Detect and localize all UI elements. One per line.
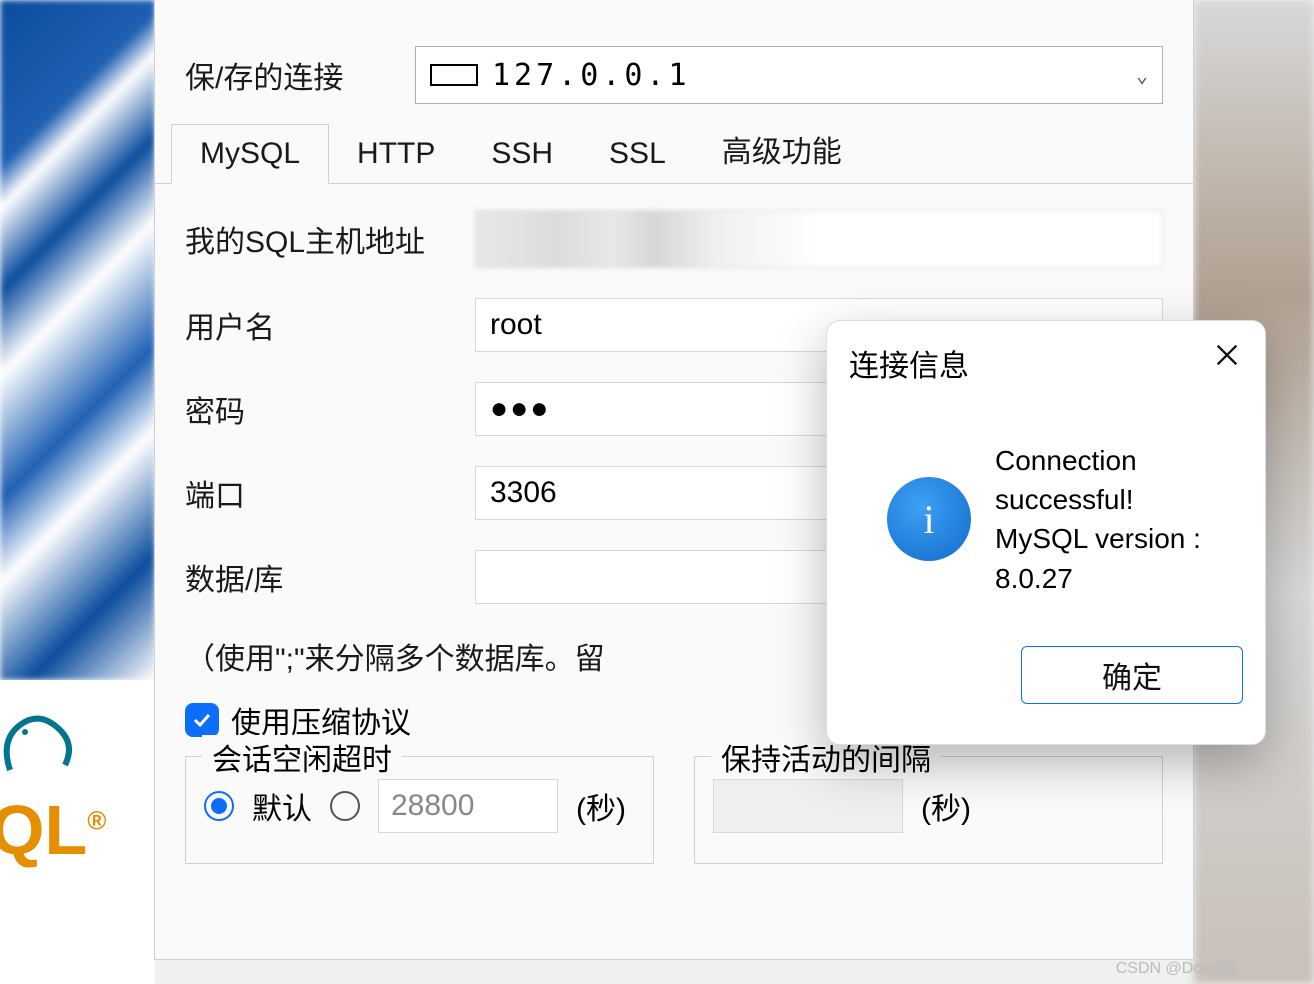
keepalive-value-input[interactable]: [713, 779, 903, 833]
password-label: 密码: [185, 387, 475, 431]
connection-tabs: MySQL HTTP SSH SSL 高级功能: [155, 126, 1193, 184]
keepalive-unit: (秒): [921, 784, 971, 828]
username-label: 用户名: [185, 303, 475, 347]
timeout-custom-radio[interactable]: [330, 791, 360, 821]
timeout-value-input[interactable]: [378, 779, 558, 833]
idle-timeout-group: 会话空闲超时 默认 (秒): [185, 756, 654, 864]
saved-connection-combobox[interactable]: 127.0.0.1 ⌄: [415, 46, 1163, 104]
mysql-logo-text: QL®: [0, 790, 106, 870]
tab-advanced[interactable]: 高级功能: [694, 115, 870, 183]
timeout-default-radio[interactable]: [204, 791, 234, 821]
dialog-line2: MySQL version : 8.0.27: [995, 519, 1245, 597]
decorative-puzzle-texture: [0, 0, 155, 680]
tab-ssl[interactable]: SSL: [581, 125, 694, 183]
watermark: CSDN @Dong雨: [1116, 954, 1236, 978]
compress-checkbox[interactable]: [185, 703, 219, 737]
dialog-close-button[interactable]: [1209, 337, 1245, 373]
tab-ssh[interactable]: SSH: [463, 125, 581, 183]
mysql-logo-area: QL®: [0, 680, 155, 930]
left-background: QL®: [0, 0, 155, 984]
dialog-line1: Connection successful!: [995, 441, 1245, 519]
tab-http[interactable]: HTTP: [329, 125, 463, 183]
dialog-message: Connection successful! MySQL version : 8…: [995, 441, 1245, 598]
saved-connection-value: 127.0.0.1: [492, 58, 691, 93]
port-label: 端口: [185, 471, 475, 515]
timeout-unit: (秒): [576, 784, 626, 828]
dialog-ok-button[interactable]: 确定: [1021, 646, 1243, 704]
idle-timeout-legend: 会话空闲超时: [202, 735, 402, 779]
host-label: 我的SQL主机地址: [185, 217, 475, 261]
dialog-title: 连接信息: [849, 341, 969, 385]
close-icon: [1213, 341, 1241, 369]
connection-info-dialog: 连接信息 i Connection successful! MySQL vers…: [826, 320, 1266, 745]
saved-connection-label: 保/存的连接: [185, 53, 415, 97]
connection-color-swatch: [430, 64, 478, 86]
timeout-default-label: 默认: [252, 784, 312, 828]
host-input-blurred[interactable]: [475, 210, 1163, 268]
check-icon: [190, 708, 214, 732]
tab-mysql[interactable]: MySQL: [171, 124, 329, 184]
info-icon: i: [887, 477, 971, 561]
chevron-down-icon: ⌄: [1136, 63, 1148, 87]
keepalive-group: 保持活动的间隔 (秒): [694, 756, 1163, 864]
database-label: 数据/库: [185, 555, 475, 599]
